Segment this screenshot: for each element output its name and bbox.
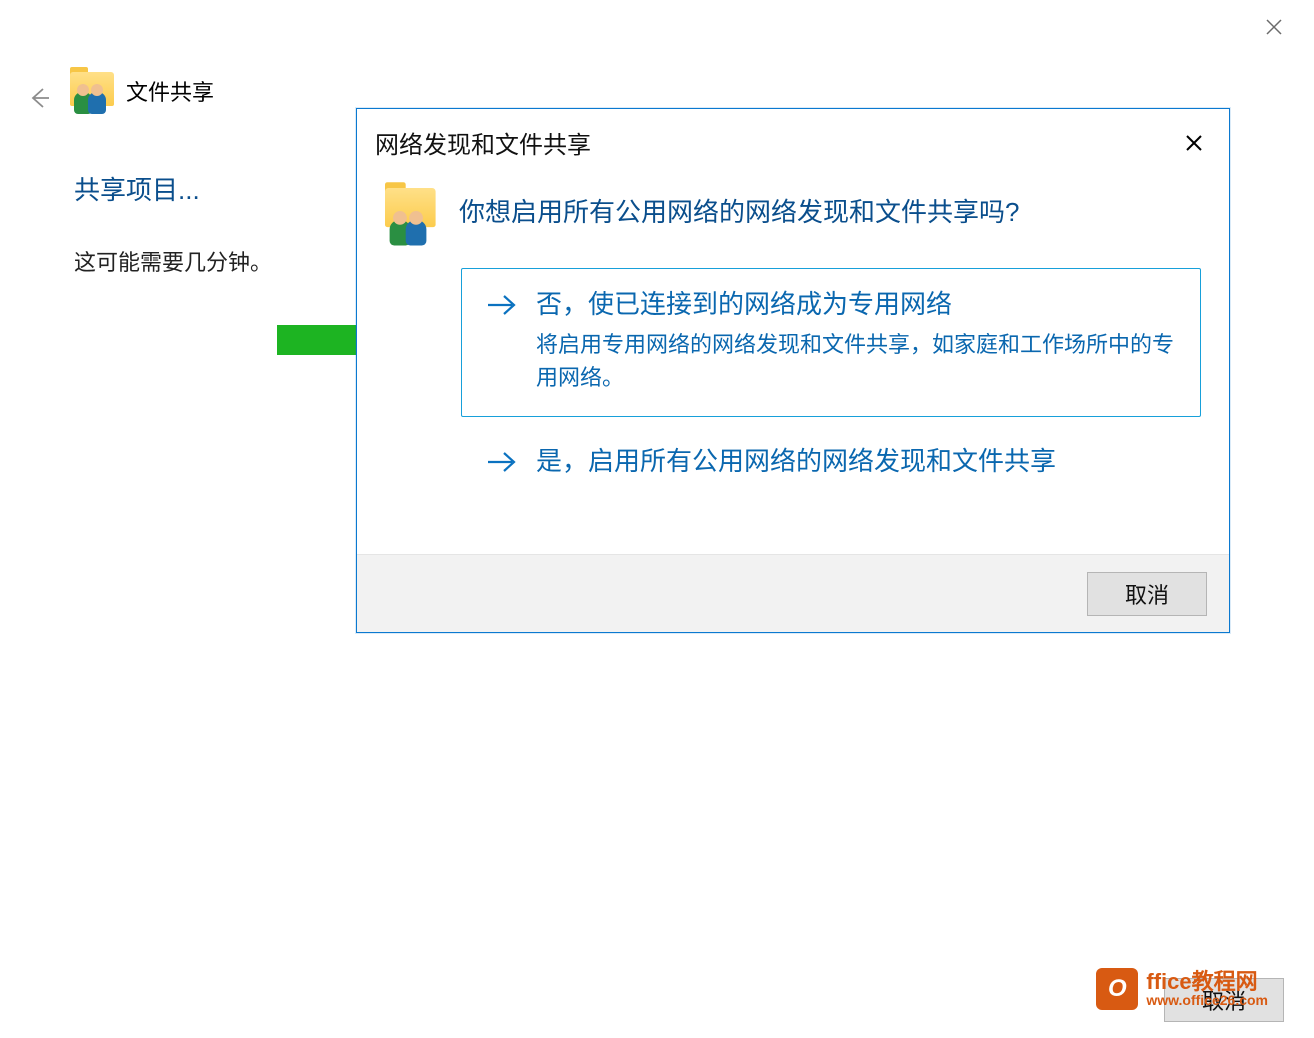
dialog-body: 你想启用所有公用网络的网络发现和文件共享吗? 否，使已连接到的网络成为专用网络 … [357, 176, 1229, 554]
file-sharing-icon [70, 72, 114, 110]
option-make-private-network[interactable]: 否，使已连接到的网络成为专用网络 将启用专用网络的网络发现和文件共享，如家庭和工… [461, 268, 1201, 417]
close-icon [1185, 134, 1203, 152]
window-title: 文件共享 [126, 75, 214, 107]
outer-cancel-button[interactable]: 取消 [1164, 978, 1284, 1022]
outer-footer: 取消 [1164, 978, 1284, 1022]
back-arrow-icon [25, 85, 51, 111]
network-discovery-dialog: 网络发现和文件共享 你想启用所有公用网络的网络发现和文件共享吗? [356, 108, 1230, 633]
progress-fill [277, 325, 367, 355]
dialog-title: 网络发现和文件共享 [375, 125, 591, 160]
arrow-right-icon [486, 287, 518, 322]
file-sharing-window: 文件共享 共享项目... 这可能需要几分钟。 网络发现和文件共享 你想启用所有公… [0, 0, 1314, 1038]
option-desc: 将启用专用网络的网络发现和文件共享，如家庭和工作场所中的专用网络。 [536, 328, 1176, 394]
dialog-options: 否，使已连接到的网络成为专用网络 将启用专用网络的网络发现和文件共享，如家庭和工… [461, 268, 1201, 508]
option-enable-public-sharing[interactable]: 是，启用所有公用网络的网络发现和文件共享 [461, 425, 1201, 508]
dialog-question: 你想启用所有公用网络的网络发现和文件共享吗? [459, 188, 1019, 230]
file-sharing-icon [385, 188, 445, 241]
dialog-close-button[interactable] [1177, 126, 1211, 160]
dialog-cancel-button[interactable]: 取消 [1087, 572, 1207, 616]
outer-close-button[interactable] [1254, 12, 1294, 42]
window-header: 文件共享 [70, 72, 214, 110]
option-title: 否，使已连接到的网络成为专用网络 [536, 287, 1176, 322]
back-button[interactable] [20, 80, 56, 116]
arrow-right-icon [486, 444, 518, 479]
option-title: 是，启用所有公用网络的网络发现和文件共享 [536, 444, 1176, 479]
watermark-badge: O [1096, 968, 1138, 1010]
dialog-question-row: 你想启用所有公用网络的网络发现和文件共享吗? [385, 188, 1201, 234]
dialog-footer: 取消 [357, 554, 1229, 632]
dialog-titlebar: 网络发现和文件共享 [357, 109, 1229, 176]
close-icon [1265, 18, 1283, 36]
